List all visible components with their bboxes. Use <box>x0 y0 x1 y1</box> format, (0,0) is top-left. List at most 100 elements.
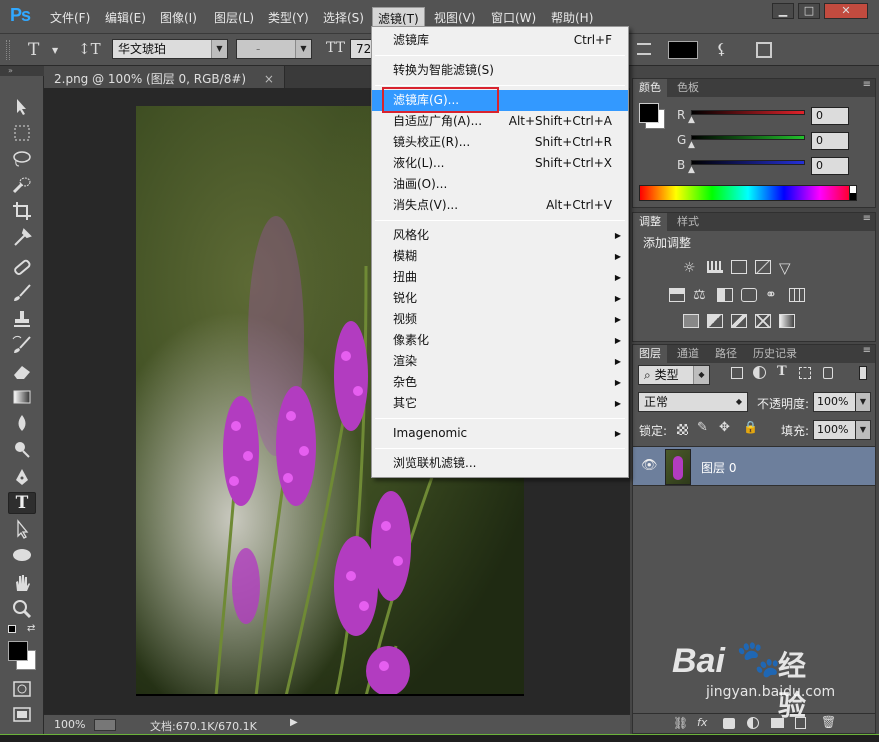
character-panel-icon[interactable] <box>756 42 772 58</box>
menu-item-vanishing-point[interactable]: 消失点(V)... Alt+Ctrl+V <box>372 195 628 216</box>
filter-toggle-switch[interactable] <box>859 366 867 380</box>
opacity-input[interactable]: 100% <box>813 392 859 412</box>
foreground-color-swatch[interactable] <box>639 103 659 123</box>
warp-text-icon[interactable]: ⚸ <box>716 40 727 58</box>
menu-window[interactable]: 窗口(W) <box>491 9 536 26</box>
pen-tool-icon[interactable] <box>8 466 36 488</box>
move-tool-icon[interactable] <box>8 96 36 118</box>
menu-item-video[interactable]: 视频 ▶ <box>372 309 628 330</box>
tab-color[interactable]: 颜色 <box>633 79 667 97</box>
quick-mask-icon[interactable] <box>8 678 36 700</box>
layer-style-icon[interactable]: fx <box>697 716 707 729</box>
brush-tool-icon[interactable] <box>8 282 36 304</box>
panel-menu-icon[interactable]: ≡ <box>863 79 871 90</box>
filter-smart-object-icon[interactable] <box>823 367 833 379</box>
tab-adjustments[interactable]: 调整 <box>633 213 667 231</box>
red-value-input[interactable]: 0 <box>811 107 849 125</box>
brightness-contrast-icon[interactable]: ☼ <box>683 260 699 276</box>
layer-filter-kind-select[interactable]: ⌕ 类型 ◆ <box>638 365 710 385</box>
menu-edit[interactable]: 编辑(E) <box>105 9 146 26</box>
filter-type-layer-icon[interactable]: T <box>777 364 787 379</box>
green-slider[interactable] <box>691 135 805 140</box>
color-spectrum-bar[interactable] <box>639 185 857 201</box>
font-style-select[interactable]: - ▼ <box>236 39 312 59</box>
eye-visibility-icon[interactable]: 👁 <box>641 458 658 473</box>
menu-item-pixelate[interactable]: 像素化 ▶ <box>372 330 628 351</box>
opacity-dropdown-arrow-icon[interactable]: ▼ <box>855 392 871 412</box>
menu-item-other[interactable]: 其它 ▶ <box>372 393 628 414</box>
hand-tool-icon[interactable] <box>8 572 36 594</box>
dodge-tool-icon[interactable] <box>8 438 36 460</box>
panel-menu-icon[interactable]: ≡ <box>863 345 871 356</box>
slider-handle-icon[interactable]: ▲ <box>688 140 695 150</box>
lasso-tool-icon[interactable] <box>8 148 36 170</box>
fill-input[interactable]: 100% <box>813 420 859 440</box>
vertical-text-orientation-icon[interactable]: ↕T <box>78 40 101 58</box>
default-colors-icon[interactable] <box>8 625 16 633</box>
blur-tool-icon[interactable] <box>8 412 36 434</box>
menu-layer[interactable]: 图层(L) <box>214 9 254 26</box>
panel-menu-icon[interactable]: ≡ <box>863 213 871 224</box>
swap-colors-icon[interactable]: ⇄ <box>27 623 35 634</box>
tab-paths[interactable]: 路径 <box>709 345 743 363</box>
toolbox-collapse-icon[interactable]: » <box>0 66 44 76</box>
delete-layer-icon[interactable]: 🗑 <box>821 715 836 729</box>
blend-mode-select[interactable]: 正常 ◆ <box>638 392 748 412</box>
channel-mixer-icon[interactable]: ⚭ <box>765 287 781 303</box>
curves-icon[interactable] <box>731 260 747 274</box>
add-mask-icon[interactable] <box>723 718 735 729</box>
filter-pixel-layer-icon[interactable] <box>731 367 743 379</box>
menu-file[interactable]: 文件(F) <box>50 9 90 26</box>
posterize-icon[interactable] <box>707 314 723 328</box>
healing-brush-tool-icon[interactable] <box>8 256 36 278</box>
type-tool-icon[interactable]: T <box>8 492 36 514</box>
menu-item-imagenomic[interactable]: Imagenomic ▶ <box>372 423 628 444</box>
quick-selection-tool-icon[interactable] <box>8 174 36 196</box>
menu-item-sharpen[interactable]: 锐化 ▶ <box>372 288 628 309</box>
status-menu-arrow-icon[interactable]: ▶ <box>290 717 298 728</box>
fill-dropdown-arrow-icon[interactable]: ▼ <box>855 420 871 440</box>
menu-item-noise[interactable]: 杂色 ▶ <box>372 372 628 393</box>
threshold-icon[interactable] <box>731 314 747 328</box>
black-white-swatch[interactable] <box>849 185 857 201</box>
menu-item-blur[interactable]: 模糊 ▶ <box>372 246 628 267</box>
eyedropper-tool-icon[interactable] <box>8 226 36 248</box>
maximize-button[interactable]: □ <box>798 3 820 19</box>
blue-slider[interactable] <box>691 160 805 165</box>
zoom-level[interactable]: 100% <box>54 718 85 731</box>
menu-type[interactable]: 类型(Y) <box>268 9 309 26</box>
color-lookup-icon[interactable] <box>789 288 805 302</box>
link-layers-icon[interactable]: ⛓ <box>673 716 688 730</box>
tab-layers[interactable]: 图层 <box>633 345 667 363</box>
gradient-map-icon[interactable] <box>779 314 795 328</box>
gradient-tool-icon[interactable] <box>8 386 36 408</box>
menu-item-lens-correction[interactable]: 镜头校正(R)... Shift+Ctrl+R <box>372 132 628 153</box>
crop-tool-icon[interactable] <box>8 200 36 222</box>
menu-help[interactable]: 帮助(H) <box>551 9 593 26</box>
screen-mode-icon[interactable] <box>8 704 36 726</box>
slider-handle-icon[interactable]: ▲ <box>688 165 695 175</box>
menu-item-distort[interactable]: 扭曲 ▶ <box>372 267 628 288</box>
tab-swatches[interactable]: 色板 <box>671 79 705 97</box>
zoom-tool-icon[interactable] <box>8 598 36 620</box>
menu-item-stylize[interactable]: 风格化 ▶ <box>372 225 628 246</box>
history-brush-tool-icon[interactable] <box>8 334 36 356</box>
document-tab[interactable]: 2.png @ 100% (图层 0, RGB/8#) × <box>44 66 285 88</box>
red-slider[interactable] <box>691 110 805 115</box>
menu-item-convert-smart-filters[interactable]: 转换为智能滤镜(S) <box>372 60 628 81</box>
clone-stamp-tool-icon[interactable] <box>8 308 36 330</box>
exposure-icon[interactable] <box>755 260 771 274</box>
levels-icon[interactable] <box>707 261 723 273</box>
menu-view[interactable]: 视图(V) <box>434 9 476 26</box>
tab-styles[interactable]: 样式 <box>671 213 705 231</box>
green-value-input[interactable]: 0 <box>811 132 849 150</box>
color-balance-icon[interactable]: ⚖ <box>693 287 709 303</box>
menu-item-browse-online-filters[interactable]: 浏览联机滤镜... <box>372 453 628 474</box>
filter-adjustment-layer-icon[interactable] <box>753 366 766 379</box>
black-white-icon[interactable] <box>717 288 733 302</box>
blue-value-input[interactable]: 0 <box>811 157 849 175</box>
photo-filter-icon[interactable] <box>741 288 757 302</box>
foreground-color-swatch[interactable] <box>8 641 28 661</box>
close-button[interactable]: ✕ <box>824 3 868 19</box>
tool-preset-arrow-icon[interactable]: ▼ <box>52 46 58 55</box>
